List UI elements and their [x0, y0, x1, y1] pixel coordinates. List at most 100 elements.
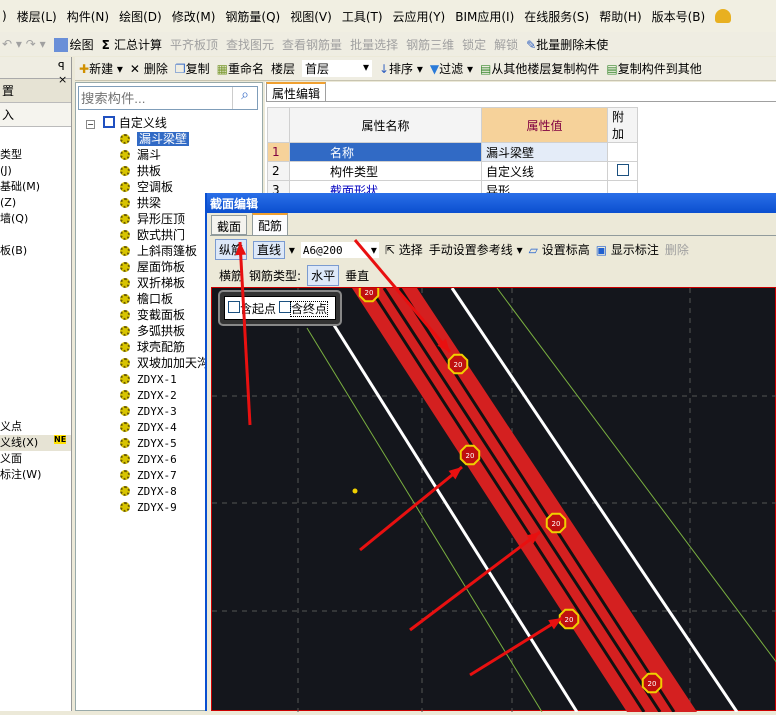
end-checkbox[interactable] — [279, 300, 292, 313]
tree-item[interactable]: 檐口板 — [120, 291, 173, 307]
search-icon[interactable]: ⌕ — [232, 87, 257, 109]
batch-delete-button[interactable]: ✎批量删除未使 — [526, 36, 608, 53]
left-panel-item[interactable] — [0, 259, 71, 275]
tree-item[interactable]: 双折梯板 — [120, 275, 185, 291]
tree-item[interactable]: 欧式拱门 — [120, 227, 185, 243]
left-panel-item[interactable]: (J) — [0, 163, 71, 179]
tree-item[interactable]: ZDYX-1 — [120, 371, 177, 387]
lock-button[interactable]: 锁定 — [462, 36, 486, 53]
unlock-button[interactable]: 解锁 — [494, 36, 518, 53]
long-rebar-button[interactable]: 纵筋 — [215, 239, 248, 260]
extra-checkbox[interactable] — [616, 163, 629, 176]
close-icon[interactable]: × — [58, 73, 67, 86]
left-panel-item[interactable]: (Z) — [0, 195, 71, 211]
tree-item[interactable]: 双坡加加天沟 — [120, 355, 209, 371]
manual-ref-button[interactable]: 手动设置参考线 ▾ — [429, 241, 523, 258]
menu-cloud[interactable]: 云应用(Y) — [393, 8, 446, 25]
start-checkbox[interactable] — [228, 300, 240, 313]
tab-property-edit[interactable]: 属性编辑 — [266, 82, 326, 102]
left-panel-item[interactable] — [0, 291, 71, 307]
menu-tools[interactable]: 工具(T) — [342, 8, 383, 25]
delete-button[interactable]: ✕ 删除 — [130, 60, 168, 77]
helmet-icon[interactable] — [715, 9, 732, 23]
tree-item[interactable]: 拱梁 — [120, 195, 161, 211]
tree-item[interactable]: ZDYX-6 — [120, 451, 177, 467]
left-panel-item[interactable] — [0, 275, 71, 291]
menu-online[interactable]: 在线服务(S) — [524, 8, 589, 25]
draw-button[interactable]: 绘图 — [53, 36, 94, 53]
tree-item[interactable]: 异形压顶 — [120, 211, 185, 227]
show-label-button[interactable]: ▣ 显示标注 — [596, 241, 659, 258]
menu-rebar[interactable]: 钢筋量(Q) — [225, 8, 280, 25]
search-input[interactable] — [78, 86, 258, 110]
tree-item[interactable]: ZDYX-9 — [120, 499, 177, 515]
tree-item[interactable]: ZDYX-7 — [120, 467, 177, 483]
panel-section[interactable]: 入 — [0, 103, 71, 127]
left-panel-item[interactable] — [0, 307, 71, 323]
view-rebar-button[interactable]: 查看钢筋量 — [282, 36, 342, 53]
left-panel-item[interactable]: 墙(Q) — [0, 211, 71, 227]
tree-item[interactable]: ZDYX-2 — [120, 387, 177, 403]
menu-view[interactable]: 视图(V) — [290, 8, 332, 25]
tree-item[interactable]: 空调板 — [120, 179, 173, 195]
left-panel-item[interactable] — [0, 339, 71, 355]
select-button[interactable]: ⇱ 选择 — [385, 241, 423, 258]
drawing-canvas[interactable]: 20 20 20 20 20 20 — [211, 281, 776, 713]
tree-item[interactable]: 变截面板 — [120, 307, 185, 323]
tree-item[interactable]: ZDYX-8 — [120, 483, 177, 499]
left-panel-item[interactable]: 义面 — [0, 451, 71, 467]
spec-select[interactable]: A6@200 ▾ — [300, 241, 379, 258]
filter-button[interactable]: ▼过滤 ▾ — [430, 60, 473, 77]
copy-button[interactable]: ❐复制 — [175, 60, 210, 77]
tree-item[interactable]: 漏斗 — [120, 147, 161, 163]
tree-item[interactable]: ZDYX-5 — [120, 435, 177, 451]
sum-button[interactable]: Σ 汇总计算 — [102, 36, 162, 53]
tree-item[interactable]: 多弧拱板 — [120, 323, 185, 339]
sort-button[interactable]: ↓排序 ▾ — [379, 60, 423, 77]
tree-item[interactable]: 球壳配筋 — [120, 339, 185, 355]
left-panel-item[interactable] — [0, 371, 71, 387]
left-panel-item[interactable]: 类型 — [0, 147, 71, 163]
find-button[interactable]: 查找图元 — [226, 36, 274, 53]
menu-component[interactable]: 构件(N) — [67, 8, 109, 25]
floor-select[interactable]: 首层 ▾ — [301, 60, 372, 77]
trans-rebar-button[interactable]: 横筋 — [219, 267, 243, 284]
tree-root[interactable]: − 自定义线 — [86, 115, 167, 131]
left-panel-item[interactable] — [0, 387, 71, 403]
menu-help[interactable]: 帮助(H) — [599, 8, 641, 25]
tree-item[interactable]: 屋面饰板 — [120, 259, 185, 275]
copy-to-floor-button[interactable]: ▤复制构件到其他 — [606, 60, 701, 77]
align-button[interactable]: 平齐板顶 — [170, 36, 218, 53]
left-panel-item[interactable] — [0, 227, 71, 243]
rename-button[interactable]: ▦重命名 — [217, 60, 264, 77]
tab-rebar[interactable]: 配筋 — [252, 213, 289, 236]
tab-section[interactable]: 截面 — [211, 215, 248, 235]
line-button[interactable]: 直线 ▾ — [253, 241, 295, 259]
tree-item[interactable]: ZDYX-4 — [120, 419, 177, 435]
undo-icon[interactable]: ↶ ▾ ↷ ▾ — [2, 37, 46, 51]
menu-version[interactable]: 版本号(B) — [652, 8, 706, 25]
left-panel-item[interactable]: 义线(X) NE — [0, 435, 71, 451]
delete-button[interactable]: 删除 — [665, 241, 689, 258]
table-row[interactable]: 2 构件类型 自定义线 — [267, 161, 638, 181]
batch-select-button[interactable]: 批量选择 — [350, 36, 398, 53]
table-row[interactable]: 1 名称 漏斗梁壁 — [267, 142, 638, 162]
collapse-icon[interactable]: − — [86, 120, 95, 129]
tree-item[interactable]: 漏斗梁壁 — [120, 131, 190, 147]
left-panel-item[interactable]: 板(B) — [0, 243, 71, 259]
end-point-option[interactable]: 含终点 — [279, 300, 329, 317]
set-elevation-button[interactable]: ▱ 设置标高 — [529, 241, 590, 258]
menu-draw[interactable]: 绘图(D) — [119, 8, 162, 25]
left-panel-item[interactable]: 基础(M) — [0, 179, 71, 195]
pin-icon[interactable]: ꟼ — [58, 60, 65, 73]
horizontal-button[interactable]: 水平 — [307, 265, 340, 286]
rebar-3d-button[interactable]: 钢筋三维 — [406, 36, 454, 53]
menu-modify[interactable]: 修改(M) — [172, 8, 216, 25]
menu-bim[interactable]: BIM应用(I) — [455, 8, 514, 25]
tree-item[interactable]: 拱板 — [120, 163, 161, 179]
left-panel-item[interactable] — [0, 355, 71, 371]
left-panel-item[interactable] — [0, 323, 71, 339]
left-panel-item[interactable]: 义点 — [0, 419, 71, 435]
left-panel-item[interactable]: 标注(W) — [0, 467, 71, 483]
vertical-button[interactable]: 垂直 — [345, 267, 369, 284]
